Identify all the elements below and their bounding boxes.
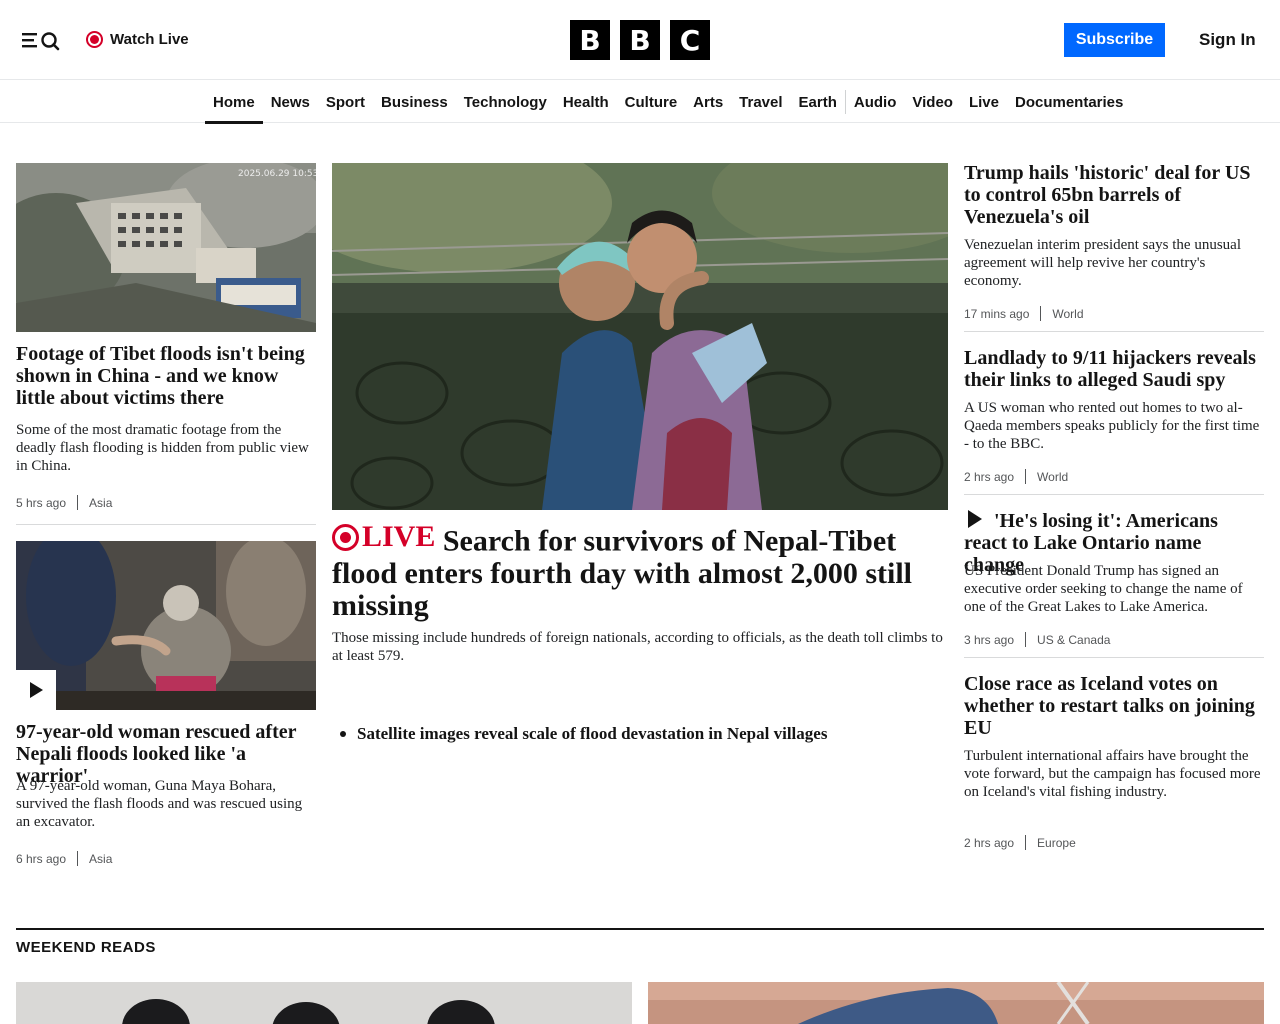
nav-item-home[interactable]: Home xyxy=(205,81,263,124)
section-title: WEEKEND READS xyxy=(16,939,156,956)
right-story-1-title[interactable]: Trump hails 'historic' deal for US to co… xyxy=(964,162,1264,228)
nav-item-news[interactable]: News xyxy=(263,81,318,123)
main-nav: Home News Sport Business Technology Heal… xyxy=(0,81,1280,124)
tag-link[interactable]: Asia xyxy=(89,852,112,866)
subscribe-button[interactable]: Subscribe xyxy=(1064,23,1165,57)
right-story-2-summary: A US woman who rented out homes to two a… xyxy=(964,400,1260,452)
tag-link[interactable]: Europe xyxy=(1037,836,1076,850)
play-button[interactable] xyxy=(16,670,56,710)
menu-search-button[interactable] xyxy=(20,26,64,54)
right-story-4-summary: Turbulent international affairs have bro… xyxy=(964,748,1261,800)
story-divider xyxy=(16,524,316,525)
nav-item-earth[interactable]: Earth xyxy=(791,81,845,123)
nav-list: Home News Sport Business Technology Heal… xyxy=(205,81,1131,124)
lead-story-title[interactable]: LIVE Search for survivors of Nepal-Tibet… xyxy=(332,521,948,622)
story-divider xyxy=(964,494,1264,495)
tag-link[interactable]: World xyxy=(1052,307,1083,321)
meta-divider xyxy=(1025,632,1027,647)
lead-story-image[interactable] xyxy=(332,163,948,510)
nav-item-video[interactable]: Video xyxy=(904,81,961,123)
menu-icon xyxy=(22,32,60,51)
timestamp: 6 hrs ago xyxy=(16,851,67,866)
bbc-logo[interactable]: B B C xyxy=(570,20,710,60)
tag-link[interactable]: US & Canada xyxy=(1037,633,1110,647)
timestamp: 2 hrs ago xyxy=(964,835,1015,850)
related-link[interactable]: Satellite images reveal scale of flood d… xyxy=(340,724,827,744)
nav-item-travel[interactable]: Travel xyxy=(731,81,790,123)
nav-item-health[interactable]: Health xyxy=(555,81,617,123)
rescue-video-image[interactable] xyxy=(16,541,316,710)
right-story-1-meta: 17 mins ago World xyxy=(964,306,1084,321)
nav-item-documentaries[interactable]: Documentaries xyxy=(1007,81,1131,123)
nav-item-live[interactable]: Live xyxy=(961,81,1007,123)
masthead: Watch Live B B C Subscribe Sign In xyxy=(0,0,1280,80)
nav-item-arts[interactable]: Arts xyxy=(685,81,731,123)
tibet-flood-image[interactable]: 2025.06.29 10:53 xyxy=(16,163,316,332)
weekend-read-1-image[interactable] xyxy=(16,982,632,1024)
tag-link[interactable]: Asia xyxy=(89,496,112,510)
nav-item-sport[interactable]: Sport xyxy=(318,81,373,123)
left-story-1-title[interactable]: Footage of Tibet floods isn't being show… xyxy=(16,343,316,409)
story-divider xyxy=(964,657,1264,658)
nav-item-business[interactable]: Business xyxy=(373,81,456,123)
meta-divider xyxy=(1040,306,1042,321)
right-story-1-summary: Venezuelan interim president says the un… xyxy=(964,237,1242,289)
timestamp: 5 hrs ago xyxy=(16,495,67,510)
live-label: LIVE xyxy=(362,520,436,553)
right-story-2-title[interactable]: Landlady to 9/11 hijackers reveals their… xyxy=(964,347,1264,391)
logo-letter-b2: B xyxy=(620,20,660,60)
timestamp: 2 hrs ago xyxy=(964,469,1015,484)
left-story-1-meta: 5 hrs ago Asia xyxy=(16,495,112,510)
live-icon xyxy=(332,523,359,551)
bullet-icon xyxy=(340,731,346,737)
live-dot-icon xyxy=(86,30,103,48)
tag-link[interactable]: World xyxy=(1037,470,1068,484)
play-icon xyxy=(968,510,982,528)
meta-divider xyxy=(1025,835,1027,850)
nav-item-culture[interactable]: Culture xyxy=(617,81,686,123)
live-badge: LIVE xyxy=(332,521,435,553)
lead-story-summary: Those missing include hundreds of foreig… xyxy=(332,630,943,664)
weekend-read-2-image[interactable] xyxy=(648,982,1264,1024)
right-story-3-summary: US President Donald Trump has signed an … xyxy=(964,563,1243,615)
watch-live-label: Watch Live xyxy=(110,30,189,48)
left-story-2-summary: A 97-year-old woman, Guna Maya Bohara, s… xyxy=(16,778,303,830)
meta-divider xyxy=(1025,469,1027,484)
sign-in-button[interactable]: Sign In xyxy=(1188,23,1267,57)
logo-letter-b1: B xyxy=(570,20,610,60)
play-icon xyxy=(30,682,43,698)
left-story-1-summary: Some of the most dramatic footage from t… xyxy=(16,422,309,474)
timestamp: 17 mins ago xyxy=(964,306,1030,321)
right-story-4-meta: 2 hrs ago Europe xyxy=(964,835,1076,850)
image-timestamp: 2025.06.29 10:53 xyxy=(238,169,316,179)
section-rule xyxy=(16,928,1264,930)
nav-item-technology[interactable]: Technology xyxy=(456,81,555,123)
logo-letter-c: C xyxy=(670,20,710,60)
meta-divider xyxy=(77,495,79,510)
watch-live-link[interactable]: Watch Live xyxy=(86,28,189,50)
nav-item-audio[interactable]: Audio xyxy=(846,81,905,123)
right-story-3-meta: 3 hrs ago US & Canada xyxy=(964,632,1110,647)
story-divider xyxy=(964,331,1264,332)
related-link-text: Satellite images reveal scale of flood d… xyxy=(357,724,828,743)
timestamp: 3 hrs ago xyxy=(964,632,1015,647)
right-story-2-meta: 2 hrs ago World xyxy=(964,469,1068,484)
left-story-2-meta: 6 hrs ago Asia xyxy=(16,851,112,866)
right-story-4-title[interactable]: Close race as Iceland votes on whether t… xyxy=(964,673,1264,739)
meta-divider xyxy=(77,851,79,866)
